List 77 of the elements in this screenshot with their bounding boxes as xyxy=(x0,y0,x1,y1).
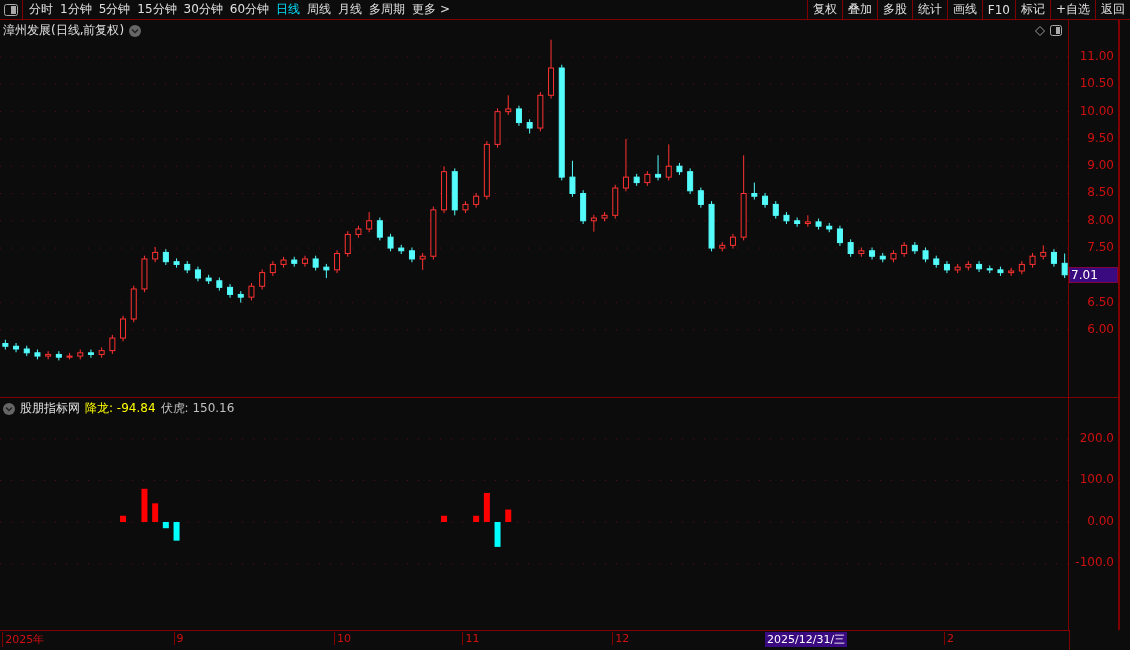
price-tick: 7.50 xyxy=(1087,240,1114,255)
candlestick xyxy=(109,334,116,355)
price-tick: 6.50 xyxy=(1087,294,1114,309)
candlestick xyxy=(655,154,662,181)
period-tab[interactable]: 周线 xyxy=(307,1,332,18)
candlestick xyxy=(259,268,266,291)
candlestick xyxy=(665,143,672,181)
candlestick xyxy=(301,255,308,268)
date-label: 10 xyxy=(334,632,352,645)
histogram-bar xyxy=(152,503,159,522)
histogram-bar xyxy=(162,522,169,529)
histogram-bar xyxy=(173,522,180,541)
candlestick xyxy=(55,350,62,361)
chevron-down-icon[interactable] xyxy=(129,24,142,37)
candlestick xyxy=(804,214,811,228)
candlestick xyxy=(344,230,351,258)
price-tick: 10.50 xyxy=(1079,76,1114,91)
histogram-bar xyxy=(141,488,148,522)
period-tab[interactable]: 更多 > xyxy=(412,1,450,18)
histogram-bar xyxy=(473,515,480,522)
candlestick xyxy=(376,217,383,241)
histogram-bar xyxy=(120,515,127,522)
price-tick: 10.00 xyxy=(1079,103,1114,118)
price-tick: 8.50 xyxy=(1087,185,1114,200)
chevron-down-icon[interactable] xyxy=(3,402,15,415)
period-tab[interactable]: 多周期 xyxy=(369,1,406,18)
date-label: 12 xyxy=(612,632,630,645)
indicator-reading: 降龙: -94.84 xyxy=(85,400,156,417)
candlestick xyxy=(569,160,576,198)
candlestick xyxy=(334,249,341,274)
candlestick xyxy=(590,214,597,233)
date-label: 2 xyxy=(943,632,954,645)
candlestick xyxy=(622,138,629,192)
period-tab[interactable]: 60分钟 xyxy=(229,1,270,18)
price-tick: 11.00 xyxy=(1079,49,1114,64)
indicator-reading: 伏虎: 150.16 xyxy=(160,400,235,417)
cursor-date-tag: 2025/12/31/三 xyxy=(765,632,848,647)
date-label: 2025年 xyxy=(2,632,45,647)
period-tab[interactable]: 日线 xyxy=(276,1,301,18)
diamond-icon[interactable] xyxy=(1035,25,1046,36)
indicator-tick: -100.0 xyxy=(1075,555,1114,570)
date-label: 11 xyxy=(462,632,480,645)
period-tab[interactable]: 1分钟 xyxy=(60,1,92,18)
panel-toggle-icon[interactable] xyxy=(1050,25,1063,36)
period-tab[interactable]: 30分钟 xyxy=(183,1,223,18)
indicator-tick: 200.0 xyxy=(1079,431,1114,445)
price-tick: 9.50 xyxy=(1087,130,1114,145)
candlestick xyxy=(836,225,843,247)
stock-title: 漳州发展(日线,前复权) xyxy=(3,22,125,39)
candlestick xyxy=(697,186,704,209)
histogram-bar xyxy=(494,522,501,547)
indicator-tick: 100.0 xyxy=(1079,472,1114,487)
candlestick xyxy=(687,167,694,195)
period-tab[interactable]: 月线 xyxy=(338,1,363,18)
panel-toggle-icon[interactable] xyxy=(4,3,18,16)
candlestick xyxy=(1061,253,1068,279)
indicator-name: 股朋指标网 xyxy=(20,400,80,417)
price-tick: 8.00 xyxy=(1087,212,1114,227)
candlestick xyxy=(13,342,20,353)
candlestick xyxy=(976,260,983,273)
current-price-tag: 7.01 xyxy=(1069,266,1118,283)
histogram-bar xyxy=(483,492,490,522)
histogram-bar xyxy=(441,515,448,522)
histogram-bar xyxy=(505,509,512,522)
price-tick: 6.00 xyxy=(1087,321,1114,336)
candlestick xyxy=(87,349,94,359)
period-tab[interactable]: 5分钟 xyxy=(98,1,131,18)
candlestick xyxy=(515,105,522,127)
candlestick xyxy=(366,211,373,233)
date-label: 9 xyxy=(173,632,184,645)
period-tab[interactable]: 分时 xyxy=(29,1,53,18)
candlestick xyxy=(911,241,918,255)
indicator-tick: 0.00 xyxy=(1087,514,1114,528)
candlestick xyxy=(505,94,512,116)
period-tab[interactable]: 15分钟 xyxy=(137,1,177,18)
candlestick xyxy=(120,315,127,342)
price-tick: 9.00 xyxy=(1087,158,1114,173)
